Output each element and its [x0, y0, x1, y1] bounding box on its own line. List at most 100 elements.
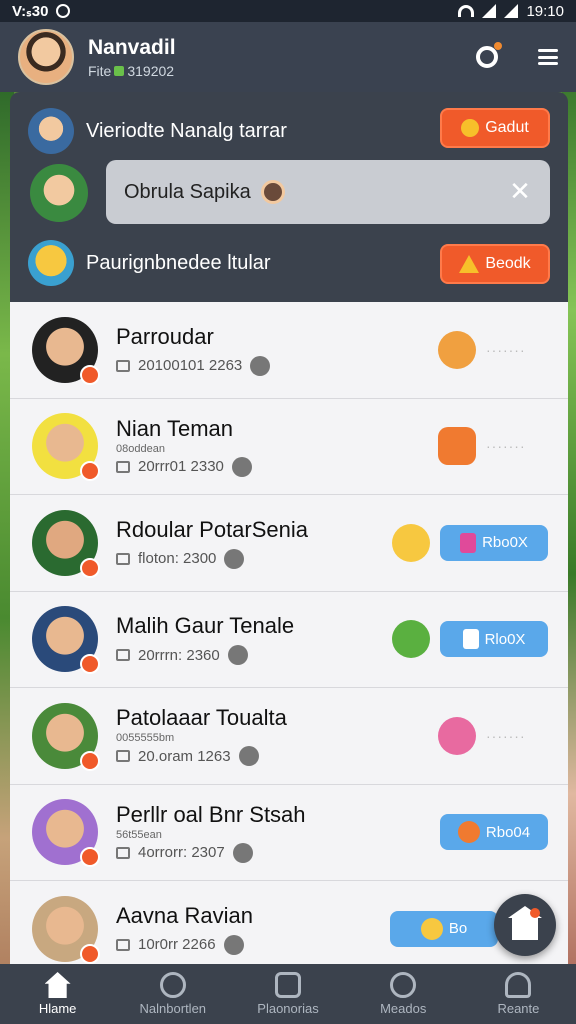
link-icon[interactable]: [227, 645, 248, 666]
top-panel: Vieriodte Nanalg tarrar Gadut Obrula Sap…: [10, 92, 568, 302]
avatar: [32, 799, 100, 868]
message-icon: [390, 972, 417, 998]
elf-emoji-icon: [392, 620, 430, 659]
person-emoji-icon: [260, 180, 285, 204]
link-icon[interactable]: [224, 548, 245, 569]
status-clock: 19:10: [526, 2, 564, 20]
star-icon: [459, 255, 480, 273]
close-icon[interactable]: ✕: [508, 178, 532, 204]
hand-icon: [461, 119, 480, 137]
avatar: [32, 316, 100, 385]
avatar: [28, 108, 74, 154]
list-item[interactable]: Perllr oal Bnr Stsah 56t55ean 4orrorr: 2…: [10, 785, 568, 881]
avatar: [32, 702, 100, 771]
contact-name: Parroudar: [116, 323, 214, 349]
page-subtitle: Fite 319202: [88, 62, 175, 79]
nav-home[interactable]: Hlame: [0, 964, 115, 1024]
status-time: V:ₛ30: [12, 3, 49, 20]
cat-emoji-icon: [457, 821, 480, 844]
link-icon[interactable]: [232, 842, 253, 863]
card-icon: [462, 629, 479, 650]
robot-emoji-icon: [438, 427, 476, 466]
notification-dot: [530, 908, 540, 918]
chat-icon: [159, 972, 186, 998]
tag-icon: [116, 460, 130, 473]
more-dots[interactable]: ·······: [486, 342, 548, 358]
status-badge: [80, 557, 100, 578]
link-icon[interactable]: [223, 934, 244, 955]
more-dots[interactable]: ·······: [486, 728, 548, 744]
status-badge: [80, 461, 100, 482]
list-item[interactable]: Rdoular PotarSenia floton: 2300 Rbo0X: [10, 495, 568, 592]
list-item[interactable]: Malih Gaur Tenale 20rrrn: 2360 Rlo0X: [10, 592, 568, 688]
home-icon: [44, 972, 71, 998]
list-item[interactable]: Patolaaar Toualta 0055555bm 20.oram 1263…: [10, 688, 568, 785]
contact-name: Nian Teman: [116, 415, 233, 441]
nav-bag[interactable]: Plaonorias: [230, 964, 345, 1024]
tag-icon: [116, 649, 130, 662]
link-icon[interactable]: [250, 355, 271, 376]
panel-row-1-label: Vieriodte Nanalg tarrar: [86, 119, 287, 142]
search-input[interactable]: Obrula Sapika ✕: [106, 160, 550, 224]
emoji-avatar: [28, 240, 74, 286]
wifi-icon: [458, 5, 475, 17]
rlo0x-button[interactable]: Rlo0X: [440, 621, 548, 658]
girl-emoji-icon: [438, 716, 476, 755]
tag-icon: [116, 750, 130, 763]
bottom-nav: Hlame Nalnbortlen Plaonorias Meados Rean…: [0, 964, 576, 1024]
status-bar: V:ₛ30 19:10: [0, 0, 576, 22]
sync-icon: [56, 4, 71, 18]
avatar: [32, 606, 100, 675]
avatar: [32, 509, 100, 578]
signal-icon: [482, 4, 497, 18]
nav-profile[interactable]: Reante: [461, 964, 576, 1024]
avatar: [30, 164, 88, 222]
house-icon: [508, 906, 542, 940]
status-badge: [80, 750, 100, 771]
panel-row-1[interactable]: Vieriodte Nanalg tarrar Gadut: [10, 100, 568, 162]
list-item[interactable]: Nian Teman 08oddean 20rrr01 2330 ·······: [10, 399, 568, 495]
contact-subtext: 56t55ean: [116, 828, 162, 841]
tag-icon: [116, 359, 130, 372]
avatar: [32, 413, 100, 482]
page-title: Nanvadil: [88, 35, 176, 59]
coin-icon: [114, 65, 125, 76]
menu-icon[interactable]: [538, 49, 558, 65]
contact-name: Aavna Ravian: [116, 902, 253, 928]
rbo04-button[interactable]: Rbo04: [440, 814, 548, 851]
contact-list: Parroudar 20100101 2263 ······· Nian Tem…: [10, 302, 568, 964]
status-badge: [80, 364, 100, 385]
list-item[interactable]: Aavna Ravian 10r0rr 2266 Bo: [10, 881, 568, 964]
more-dots[interactable]: ·······: [486, 438, 548, 454]
contact-subtext: 08oddean: [116, 442, 165, 455]
app-header: Nanvadil Fite 319202: [0, 22, 576, 92]
link-icon[interactable]: [238, 746, 259, 767]
bo-button[interactable]: Bo: [390, 910, 498, 947]
panel-row-3[interactable]: Paurignbnedee ltular Beodk: [10, 232, 568, 294]
tag-icon: [116, 552, 130, 565]
search-icon[interactable]: [476, 42, 502, 68]
home-fab-button[interactable]: [494, 894, 556, 956]
list-item[interactable]: Parroudar 20100101 2263 ·······: [10, 302, 568, 399]
rbo0x-button[interactable]: Rbo0X: [440, 524, 548, 561]
tag-icon: [116, 938, 130, 951]
panel-row-3-label: Paurignbnedee ltular: [86, 251, 271, 274]
contact-name: Patolaaar Toualta: [116, 705, 287, 731]
avatar: [32, 895, 100, 964]
contact-name: Malih Gaur Tenale: [116, 613, 295, 639]
bag-icon: [275, 972, 301, 998]
star-emoji-icon: [420, 917, 443, 940]
gift-icon: [460, 532, 477, 553]
signal-icon-2: [504, 4, 519, 18]
beodk-button[interactable]: Beodk: [440, 244, 550, 284]
contact-name: Perllr oal Bnr Stsah: [116, 801, 306, 827]
profile-avatar[interactable]: [18, 29, 74, 85]
gadut-button[interactable]: Gadut: [440, 108, 550, 148]
link-icon[interactable]: [231, 456, 252, 477]
search-value: Obrula Sapika: [124, 180, 251, 203]
nav-messages[interactable]: Meados: [346, 964, 461, 1024]
contact-name: Rdoular PotarSenia: [116, 516, 309, 542]
crown-emoji-icon: [392, 523, 430, 562]
user-icon: [505, 972, 532, 998]
nav-chat[interactable]: Nalnbortlen: [115, 964, 230, 1024]
